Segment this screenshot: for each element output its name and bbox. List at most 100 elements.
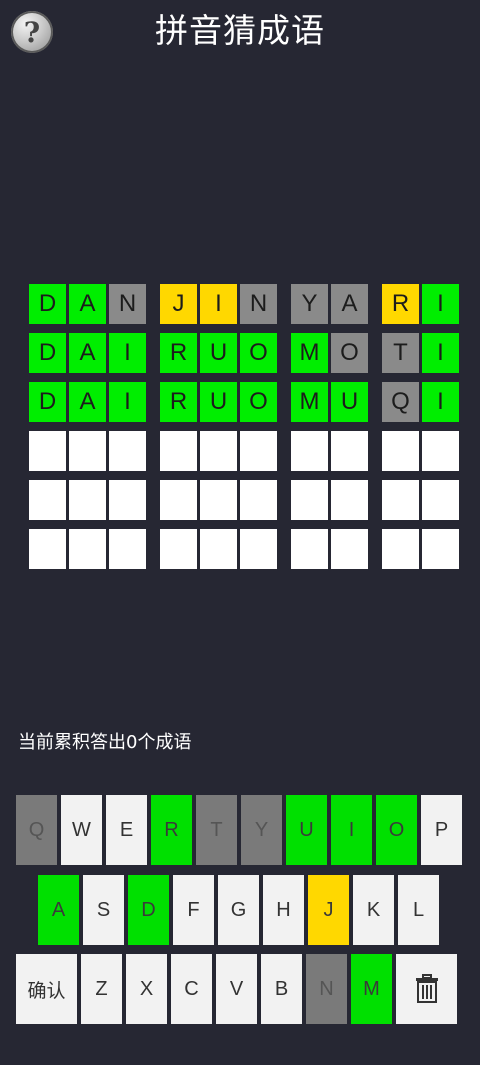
letter-tile: [29, 431, 66, 471]
key-a[interactable]: A: [38, 875, 79, 945]
letter-tile: [69, 529, 106, 569]
syllable-group: [291, 431, 371, 473]
letter-tile: A: [69, 382, 106, 422]
key-r[interactable]: R: [151, 795, 192, 865]
key-l[interactable]: L: [398, 875, 439, 945]
keyboard-row-1: QWERTYUIOP: [16, 795, 466, 865]
letter-tile: [331, 431, 368, 471]
confirm-button[interactable]: 确认: [16, 954, 77, 1024]
letter-tile: [331, 480, 368, 520]
key-c[interactable]: C: [171, 954, 212, 1024]
syllable-group: [291, 529, 371, 571]
key-m[interactable]: M: [351, 954, 392, 1024]
key-f[interactable]: F: [173, 875, 214, 945]
key-k[interactable]: K: [353, 875, 394, 945]
letter-tile: [240, 431, 277, 471]
letter-tile: [200, 431, 237, 471]
letter-tile: O: [240, 333, 277, 373]
letter-tile: [29, 480, 66, 520]
letter-tile: J: [160, 284, 197, 324]
syllable-group: [29, 431, 149, 473]
key-e[interactable]: E: [106, 795, 147, 865]
letter-tile: D: [29, 333, 66, 373]
syllable-group: RUO: [160, 382, 280, 424]
letter-tile: R: [160, 333, 197, 373]
key-y[interactable]: Y: [241, 795, 282, 865]
key-v[interactable]: V: [216, 954, 257, 1024]
letter-tile: [69, 480, 106, 520]
letter-tile: [291, 529, 328, 569]
letter-tile: [422, 529, 459, 569]
letter-tile: I: [422, 333, 459, 373]
key-w[interactable]: W: [61, 795, 102, 865]
syllable-group: MO: [291, 333, 371, 375]
syllable-group: YA: [291, 284, 371, 326]
key-n[interactable]: N: [306, 954, 347, 1024]
letter-tile: M: [291, 382, 328, 422]
letter-tile: [422, 431, 459, 471]
guess-row: [29, 480, 459, 522]
key-z[interactable]: Z: [81, 954, 122, 1024]
letter-tile: I: [422, 284, 459, 324]
syllable-group: RUO: [160, 333, 280, 375]
letter-tile: R: [382, 284, 419, 324]
guess-row: DAIRUOMUQI: [29, 382, 459, 424]
letter-tile: [200, 529, 237, 569]
key-o[interactable]: O: [376, 795, 417, 865]
keyboard-row-2: ASDFGHJKL: [38, 875, 443, 945]
syllable-group: DAN: [29, 284, 149, 326]
syllable-group: DAI: [29, 333, 149, 375]
key-s[interactable]: S: [83, 875, 124, 945]
key-i[interactable]: I: [331, 795, 372, 865]
letter-tile: [291, 480, 328, 520]
score-status: 当前累积答出0个成语: [18, 732, 192, 753]
key-u[interactable]: U: [286, 795, 327, 865]
letter-tile: D: [29, 284, 66, 324]
syllable-group: [160, 529, 280, 571]
letter-tile: D: [29, 382, 66, 422]
letter-tile: T: [382, 333, 419, 373]
trash-icon: [415, 974, 438, 1003]
letter-tile: I: [109, 333, 146, 373]
guess-row: DAIRUOMOTI: [29, 333, 459, 375]
letter-tile: [291, 431, 328, 471]
syllable-group: [382, 529, 462, 571]
letter-tile: A: [331, 284, 368, 324]
syllable-group: [160, 431, 280, 473]
letter-tile: [160, 431, 197, 471]
syllable-group: MU: [291, 382, 371, 424]
page-title: 拼音猜成语: [155, 11, 325, 50]
letter-tile: A: [69, 284, 106, 324]
letter-tile: O: [331, 333, 368, 373]
letter-tile: M: [291, 333, 328, 373]
guess-row: [29, 529, 459, 571]
key-g[interactable]: G: [218, 875, 259, 945]
delete-button[interactable]: [396, 954, 457, 1024]
guess-board: DANJINYARIDAIRUOMOTIDAIRUOMUQI: [29, 284, 459, 578]
key-x[interactable]: X: [126, 954, 167, 1024]
letter-tile: R: [160, 382, 197, 422]
syllable-group: [382, 480, 462, 522]
letter-tile: [382, 529, 419, 569]
key-h[interactable]: H: [263, 875, 304, 945]
letter-tile: [382, 480, 419, 520]
key-t[interactable]: T: [196, 795, 237, 865]
letter-tile: [240, 529, 277, 569]
letter-tile: [160, 529, 197, 569]
key-d[interactable]: D: [128, 875, 169, 945]
key-q[interactable]: Q: [16, 795, 57, 865]
letter-tile: U: [200, 333, 237, 373]
syllable-group: TI: [382, 333, 462, 375]
key-b[interactable]: B: [261, 954, 302, 1024]
letter-tile: O: [240, 382, 277, 422]
letter-tile: I: [422, 382, 459, 422]
guess-row: DANJINYARI: [29, 284, 459, 326]
letter-tile: U: [200, 382, 237, 422]
key-j[interactable]: J: [308, 875, 349, 945]
syllable-group: [382, 431, 462, 473]
key-p[interactable]: P: [421, 795, 462, 865]
syllable-group: [291, 480, 371, 522]
letter-tile: Y: [291, 284, 328, 324]
letter-tile: [160, 480, 197, 520]
letter-tile: U: [331, 382, 368, 422]
